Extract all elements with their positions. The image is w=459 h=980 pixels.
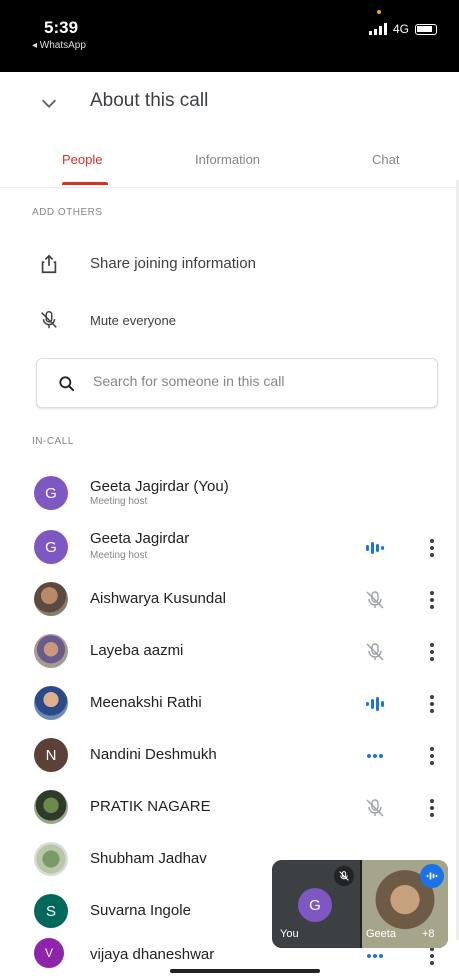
participant-row[interactable]: Layeba aazmi	[0, 626, 459, 678]
mic-off-icon	[41, 311, 57, 329]
signal-icon	[368, 23, 387, 35]
more-options-icon[interactable]	[426, 693, 438, 715]
mic-off-icon	[366, 591, 384, 609]
avatar	[34, 634, 68, 668]
self-tile-label: You	[280, 928, 299, 940]
mic-off-icon	[366, 643, 384, 661]
participant-name: Layeba aazmi	[90, 642, 184, 659]
avatar	[34, 790, 68, 824]
tab-bar: People Information Chat	[0, 140, 459, 188]
more-options-icon[interactable]	[426, 537, 438, 559]
participant-role: Meeting host	[90, 496, 148, 507]
page-title: About this call	[90, 90, 209, 111]
speaking-indicator-icon	[420, 864, 444, 888]
chevron-down-icon[interactable]	[38, 92, 60, 114]
more-participants-count: +8	[422, 928, 435, 940]
self-video-tile: G You	[272, 860, 360, 948]
avatar	[34, 686, 68, 720]
participant-name: Nandini Deshmukh	[90, 746, 217, 763]
participant-name: vijaya dhaneshwar	[90, 946, 215, 963]
search-box	[36, 358, 438, 408]
avatar: G	[298, 888, 332, 922]
avatar	[34, 582, 68, 616]
active-tab-indicator	[62, 182, 108, 185]
participant-name: Shubham Jadhav	[90, 850, 207, 867]
participant-name: Geeta Jagirdar	[90, 530, 190, 547]
participant-row[interactable]: PRATIK NAGARE	[0, 782, 459, 834]
tab-information[interactable]: Information	[195, 152, 260, 167]
participant-name: Geeta Jagirdar (You)	[90, 478, 229, 495]
picture-in-picture[interactable]: G You Geeta +8	[272, 860, 448, 948]
back-to-app-link[interactable]: ◂ WhatsApp	[32, 40, 86, 51]
connecting-dots-icon	[367, 754, 383, 758]
add-others-label: ADD OTHERS	[32, 207, 103, 218]
avatar: G	[34, 476, 68, 510]
avatar: V	[34, 938, 64, 968]
speaking-indicator-icon	[366, 697, 384, 711]
participant-name: PRATIK NAGARE	[90, 798, 211, 815]
mute-everyone-label: Mute everyone	[90, 313, 176, 328]
call-details-header: About this call	[0, 72, 459, 132]
more-options-icon[interactable]	[426, 945, 438, 967]
connecting-dots-icon	[367, 954, 383, 958]
participant-name: Meenakshi Rathi	[90, 694, 202, 711]
avatar: G	[34, 530, 68, 564]
participant-name: Aishwarya Kusundal	[90, 590, 226, 607]
in-call-label: IN-CALL	[32, 436, 74, 447]
network-type: 4G	[392, 22, 409, 36]
participant-name: Suvarna Ingole	[90, 902, 191, 919]
speaking-indicator-icon	[366, 542, 384, 554]
search-input[interactable]	[93, 373, 413, 389]
share-icon	[41, 254, 57, 274]
mute-everyone-button[interactable]: Mute everyone	[0, 296, 459, 346]
more-options-icon[interactable]	[426, 589, 438, 611]
mic-off-icon	[334, 866, 354, 886]
status-indicators: 4G	[368, 22, 437, 36]
participant-tile-label: Geeta	[366, 928, 396, 940]
more-options-icon[interactable]	[426, 641, 438, 663]
participant-row[interactable]: Aishwarya Kusundal	[0, 574, 459, 626]
participant-row[interactable]: G Geeta Jagirdar Meeting host	[0, 522, 459, 574]
participant-role: Meeting host	[90, 550, 148, 561]
share-joining-info-label: Share joining information	[90, 255, 256, 272]
status-time: 5:39	[44, 18, 79, 37]
avatar	[34, 842, 68, 876]
avatar: N	[34, 738, 68, 772]
home-indicator[interactable]	[170, 969, 320, 973]
avatar: S	[34, 894, 68, 928]
status-bar: 5:39 ◂ WhatsApp 4G	[0, 0, 459, 72]
mic-in-use-indicator	[377, 10, 381, 14]
participant-row[interactable]: Meenakshi Rathi	[0, 678, 459, 730]
more-options-icon[interactable]	[426, 797, 438, 819]
share-joining-info-button[interactable]: Share joining information	[0, 240, 459, 290]
battery-icon	[415, 23, 437, 35]
participant-row[interactable]: N Nandini Deshmukh	[0, 730, 459, 782]
tab-people[interactable]: People	[62, 152, 102, 167]
search-icon	[59, 376, 75, 392]
more-options-icon[interactable]	[426, 745, 438, 767]
mic-off-icon	[366, 799, 384, 817]
tab-chat[interactable]: Chat	[372, 152, 399, 167]
participant-row[interactable]: G Geeta Jagirdar (You) Meeting host	[0, 468, 459, 520]
